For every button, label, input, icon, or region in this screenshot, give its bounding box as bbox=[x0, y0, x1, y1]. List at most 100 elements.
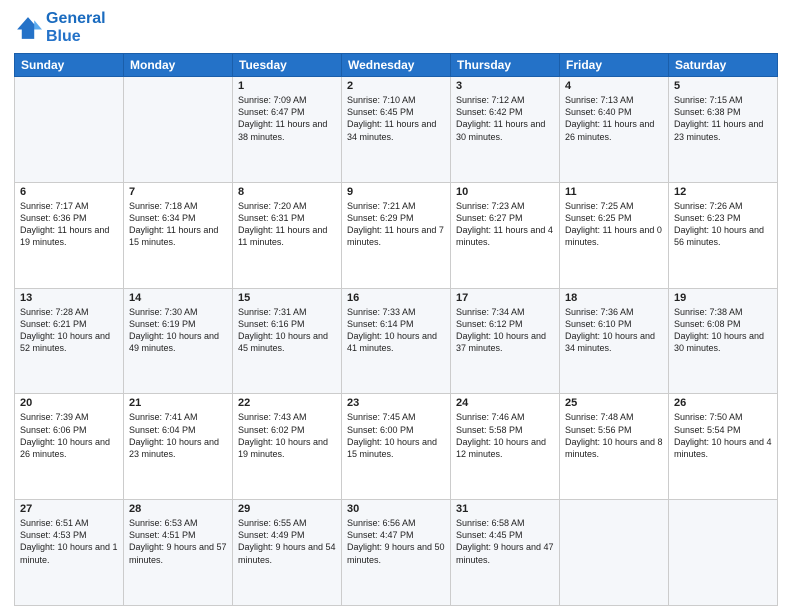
day-number: 31 bbox=[456, 503, 554, 515]
day-info: Sunrise: 7:38 AMSunset: 6:08 PMDaylight:… bbox=[674, 306, 772, 355]
day-number: 25 bbox=[565, 397, 663, 409]
day-info: Sunrise: 6:55 AMSunset: 4:49 PMDaylight:… bbox=[238, 517, 336, 566]
calendar-cell: 14 Sunrise: 7:30 AMSunset: 6:19 PMDayligh… bbox=[124, 288, 233, 394]
day-number: 17 bbox=[456, 292, 554, 304]
calendar-cell: 12Sunrise: 7:26 AMSunset: 6:23 PMDayligh… bbox=[669, 182, 778, 288]
calendar-table: SundayMondayTuesdayWednesdayThursdayFrid… bbox=[14, 53, 778, 606]
weekday-header: Thursday bbox=[451, 54, 560, 77]
weekday-header: Sunday bbox=[15, 54, 124, 77]
weekday-header: Friday bbox=[560, 54, 669, 77]
day-number: 8 bbox=[238, 186, 336, 198]
day-info: Sunrise: 7:13 AMSunset: 6:40 PMDaylight:… bbox=[565, 94, 663, 143]
day-number: 16 bbox=[347, 292, 445, 304]
day-number: 15 bbox=[238, 292, 336, 304]
calendar-cell bbox=[560, 500, 669, 606]
logo: General Blue bbox=[14, 10, 106, 45]
calendar-cell: 8 Sunrise: 7:20 AMSunset: 6:31 PMDaylight… bbox=[233, 182, 342, 288]
calendar-cell: 19 Sunrise: 7:38 AMSunset: 6:08 PMDayligh… bbox=[669, 288, 778, 394]
calendar-cell: 5 Sunrise: 7:15 AMSunset: 6:38 PMDaylight… bbox=[669, 77, 778, 183]
day-number: 3 bbox=[456, 80, 554, 92]
weekday-row: SundayMondayTuesdayWednesdayThursdayFrid… bbox=[15, 54, 778, 77]
calendar-week: 20Sunrise: 7:39 AMSunset: 6:06 PMDayligh… bbox=[15, 394, 778, 500]
calendar-cell: 1Sunrise: 7:09 AMSunset: 6:47 PMDaylight… bbox=[233, 77, 342, 183]
calendar-cell: 6 Sunrise: 7:17 AMSunset: 6:36 PMDaylight… bbox=[15, 182, 124, 288]
day-info: Sunrise: 7:17 AMSunset: 6:36 PMDaylight:… bbox=[20, 200, 118, 249]
logo-icon bbox=[14, 14, 42, 42]
day-number: 1 bbox=[238, 80, 336, 92]
calendar-cell: 24Sunrise: 7:46 AMSunset: 5:58 PMDayligh… bbox=[451, 394, 560, 500]
day-info: Sunrise: 7:36 AMSunset: 6:10 PMDaylight:… bbox=[565, 306, 663, 355]
calendar-body: 1Sunrise: 7:09 AMSunset: 6:47 PMDaylight… bbox=[15, 77, 778, 606]
calendar-cell: 10 Sunrise: 7:23 AMSunset: 6:27 PMDayligh… bbox=[451, 182, 560, 288]
calendar-cell: 27 Sunrise: 6:51 AMSunset: 4:53 PMDayligh… bbox=[15, 500, 124, 606]
day-number: 28 bbox=[129, 503, 227, 515]
weekday-header: Saturday bbox=[669, 54, 778, 77]
day-number: 22 bbox=[238, 397, 336, 409]
day-info: Sunrise: 7:23 AMSunset: 6:27 PMDaylight:… bbox=[456, 200, 554, 249]
day-info: Sunrise: 7:28 AMSunset: 6:21 PMDaylight:… bbox=[20, 306, 118, 355]
calendar-cell: 11Sunrise: 7:25 AMSunset: 6:25 PMDayligh… bbox=[560, 182, 669, 288]
calendar-cell: 26 Sunrise: 7:50 AMSunset: 5:54 PMDayligh… bbox=[669, 394, 778, 500]
day-info: Sunrise: 7:48 AMSunset: 5:56 PMDaylight:… bbox=[565, 411, 663, 460]
calendar-cell: 29Sunrise: 6:55 AMSunset: 4:49 PMDayligh… bbox=[233, 500, 342, 606]
calendar-cell bbox=[15, 77, 124, 183]
day-info: Sunrise: 6:53 AMSunset: 4:51 PMDaylight:… bbox=[129, 517, 227, 566]
day-number: 27 bbox=[20, 503, 118, 515]
day-info: Sunrise: 7:20 AMSunset: 6:31 PMDaylight:… bbox=[238, 200, 336, 249]
calendar-container: General Blue SundayMondayTuesdayWednesda… bbox=[0, 0, 792, 612]
day-number: 9 bbox=[347, 186, 445, 198]
calendar-week: 1Sunrise: 7:09 AMSunset: 6:47 PMDaylight… bbox=[15, 77, 778, 183]
calendar-week: 13 Sunrise: 7:28 AMSunset: 6:21 PMDayligh… bbox=[15, 288, 778, 394]
calendar-cell: 4 Sunrise: 7:13 AMSunset: 6:40 PMDaylight… bbox=[560, 77, 669, 183]
day-info: Sunrise: 7:43 AMSunset: 6:02 PMDaylight:… bbox=[238, 411, 336, 460]
day-info: Sunrise: 7:46 AMSunset: 5:58 PMDaylight:… bbox=[456, 411, 554, 460]
day-number: 21 bbox=[129, 397, 227, 409]
day-info: Sunrise: 6:58 AMSunset: 4:45 PMDaylight:… bbox=[456, 517, 554, 566]
calendar-cell: 2Sunrise: 7:10 AMSunset: 6:45 PMDaylight… bbox=[342, 77, 451, 183]
day-info: Sunrise: 7:33 AMSunset: 6:14 PMDaylight:… bbox=[347, 306, 445, 355]
calendar-cell bbox=[669, 500, 778, 606]
weekday-header: Monday bbox=[124, 54, 233, 77]
day-number: 11 bbox=[565, 186, 663, 198]
day-info: Sunrise: 7:30 AMSunset: 6:19 PMDaylight:… bbox=[129, 306, 227, 355]
day-number: 23 bbox=[347, 397, 445, 409]
day-info: Sunrise: 6:51 AMSunset: 4:53 PMDaylight:… bbox=[20, 517, 118, 566]
day-info: Sunrise: 7:18 AMSunset: 6:34 PMDaylight:… bbox=[129, 200, 227, 249]
header: General Blue bbox=[14, 10, 778, 45]
calendar-cell: 23 Sunrise: 7:45 AMSunset: 6:00 PMDayligh… bbox=[342, 394, 451, 500]
calendar-cell: 25 Sunrise: 7:48 AMSunset: 5:56 PMDayligh… bbox=[560, 394, 669, 500]
calendar-cell: 15Sunrise: 7:31 AMSunset: 6:16 PMDayligh… bbox=[233, 288, 342, 394]
calendar-cell: 13 Sunrise: 7:28 AMSunset: 6:21 PMDayligh… bbox=[15, 288, 124, 394]
day-number: 14 bbox=[129, 292, 227, 304]
day-number: 20 bbox=[20, 397, 118, 409]
day-number: 4 bbox=[565, 80, 663, 92]
calendar-cell bbox=[124, 77, 233, 183]
day-number: 7 bbox=[129, 186, 227, 198]
day-number: 6 bbox=[20, 186, 118, 198]
day-info: Sunrise: 7:45 AMSunset: 6:00 PMDaylight:… bbox=[347, 411, 445, 460]
calendar-week: 27 Sunrise: 6:51 AMSunset: 4:53 PMDayligh… bbox=[15, 500, 778, 606]
day-number: 12 bbox=[674, 186, 772, 198]
calendar-cell: 28 Sunrise: 6:53 AMSunset: 4:51 PMDayligh… bbox=[124, 500, 233, 606]
day-info: Sunrise: 7:12 AMSunset: 6:42 PMDaylight:… bbox=[456, 94, 554, 143]
day-number: 10 bbox=[456, 186, 554, 198]
calendar-cell: 18 Sunrise: 7:36 AMSunset: 6:10 PMDayligh… bbox=[560, 288, 669, 394]
calendar-header: SundayMondayTuesdayWednesdayThursdayFrid… bbox=[15, 54, 778, 77]
day-number: 19 bbox=[674, 292, 772, 304]
day-number: 26 bbox=[674, 397, 772, 409]
day-info: Sunrise: 7:21 AMSunset: 6:29 PMDaylight:… bbox=[347, 200, 445, 249]
day-number: 5 bbox=[674, 80, 772, 92]
calendar-week: 6 Sunrise: 7:17 AMSunset: 6:36 PMDaylight… bbox=[15, 182, 778, 288]
day-info: Sunrise: 7:10 AMSunset: 6:45 PMDaylight:… bbox=[347, 94, 445, 143]
calendar-cell: 20Sunrise: 7:39 AMSunset: 6:06 PMDayligh… bbox=[15, 394, 124, 500]
day-info: Sunrise: 7:34 AMSunset: 6:12 PMDaylight:… bbox=[456, 306, 554, 355]
calendar-cell: 9 Sunrise: 7:21 AMSunset: 6:29 PMDaylight… bbox=[342, 182, 451, 288]
calendar-cell: 22 Sunrise: 7:43 AMSunset: 6:02 PMDayligh… bbox=[233, 394, 342, 500]
day-info: Sunrise: 7:41 AMSunset: 6:04 PMDaylight:… bbox=[129, 411, 227, 460]
day-info: Sunrise: 7:50 AMSunset: 5:54 PMDaylight:… bbox=[674, 411, 772, 460]
day-number: 13 bbox=[20, 292, 118, 304]
calendar-cell: 3 Sunrise: 7:12 AMSunset: 6:42 PMDaylight… bbox=[451, 77, 560, 183]
calendar-cell: 31 Sunrise: 6:58 AMSunset: 4:45 PMDayligh… bbox=[451, 500, 560, 606]
day-number: 18 bbox=[565, 292, 663, 304]
day-info: Sunrise: 7:15 AMSunset: 6:38 PMDaylight:… bbox=[674, 94, 772, 143]
